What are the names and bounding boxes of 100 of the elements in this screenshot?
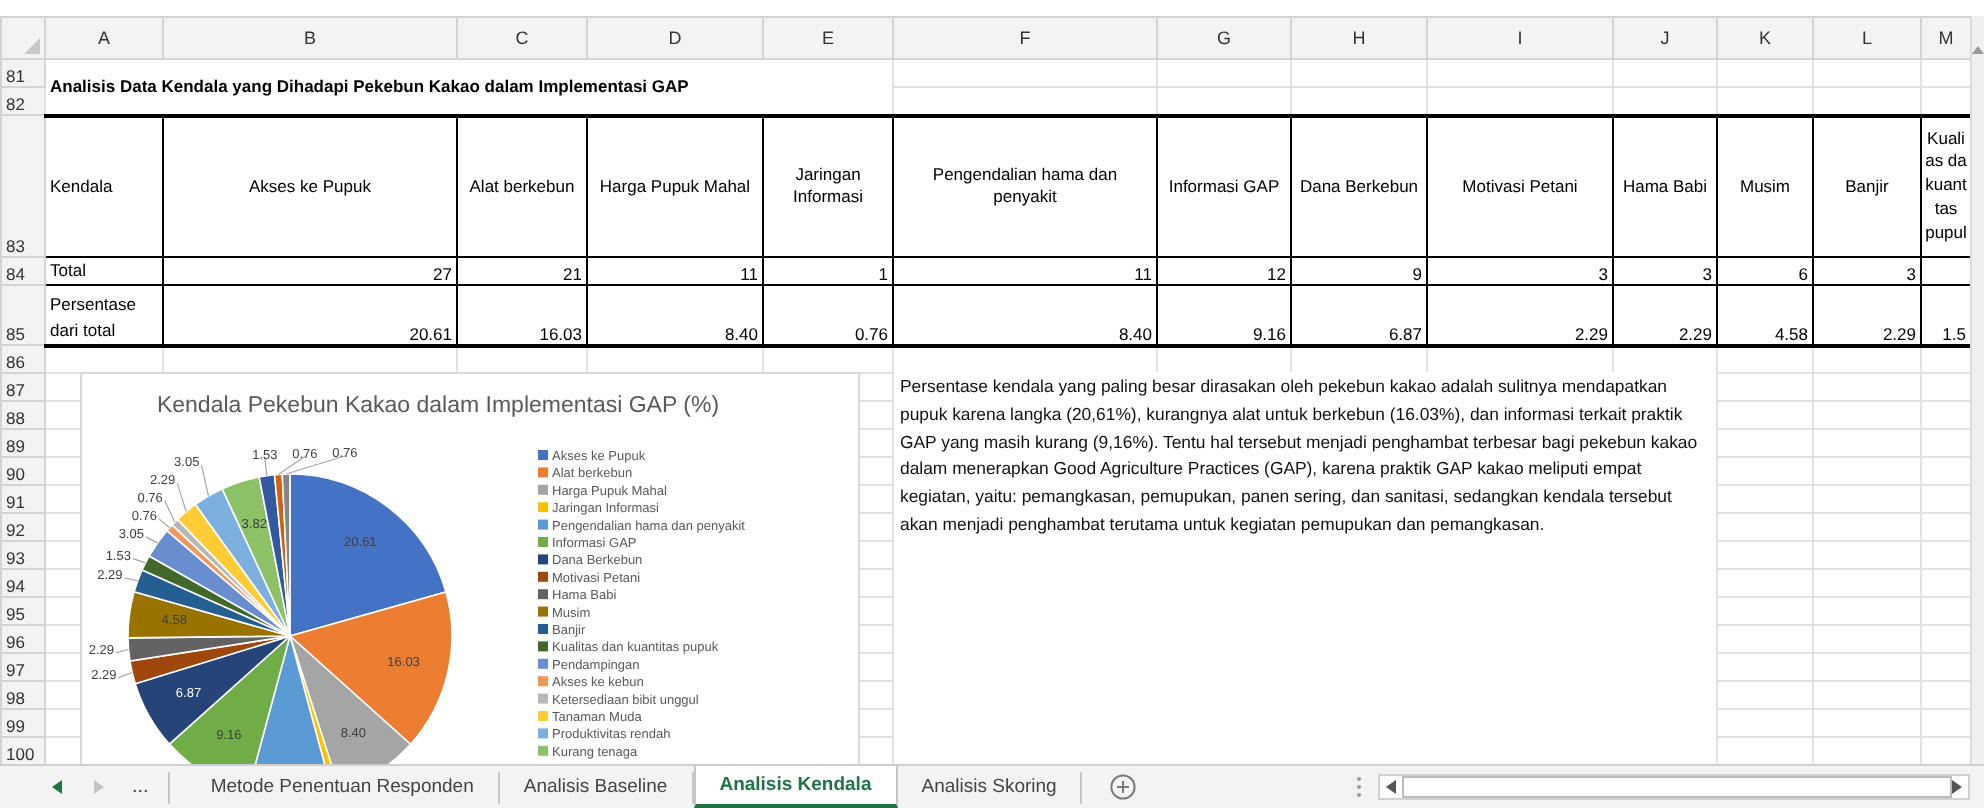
column-heading: Musim (1739, 175, 1791, 196)
row-number[interactable]: 100 (1, 737, 45, 764)
column-heading: Informasi GAP (1168, 175, 1280, 196)
column-heading: Banjir (1845, 175, 1889, 196)
column-header[interactable]: L (1813, 17, 1921, 59)
row-number[interactable]: 93 (1, 541, 45, 569)
row-number[interactable]: 96 (1, 625, 45, 653)
legend-swatch (538, 641, 548, 652)
legend-swatch (538, 554, 548, 565)
row-number[interactable]: 86 (1, 345, 45, 373)
leader-line (132, 557, 147, 564)
table-cell: 6 (1798, 264, 1808, 283)
column-heading: Dana Berkebun (1299, 175, 1419, 196)
table-cell: 1 (878, 264, 888, 283)
column-heading: Kendala (50, 175, 113, 196)
column-header[interactable]: H (1291, 17, 1427, 59)
sheet-tab[interactable]: Analisis Skoring (897, 771, 1083, 803)
legend-swatch (538, 624, 548, 634)
horizontal-scrollbar[interactable] (1378, 774, 1970, 800)
next-sheet-icon[interactable] (92, 780, 104, 794)
table-cell: 8.40 (1118, 323, 1152, 341)
sheet-tab[interactable]: Metode Penentuan Responden (186, 771, 500, 803)
table-cell: 16.03 (539, 323, 582, 341)
previous-sheet-icon[interactable] (52, 780, 64, 794)
scroll-up-icon[interactable] (1972, 44, 1984, 54)
legend-swatch (538, 728, 548, 739)
add-sheet-icon[interactable] (1110, 774, 1137, 800)
vertical-scrollbar[interactable] (1970, 16, 1984, 764)
legend-swatch (538, 589, 548, 600)
column-heading: Jaringan Informasi (793, 163, 863, 207)
column-header[interactable]: C (457, 17, 587, 59)
table-cell: 9 (1412, 264, 1422, 283)
row-number[interactable]: 84 (1, 257, 45, 285)
leader-line (200, 464, 210, 497)
table-cell: 2.29 (1882, 323, 1916, 341)
row-number[interactable]: 89 (1, 429, 45, 457)
row-number[interactable]: 94 (1, 569, 45, 597)
chart-area[interactable] (80, 372, 860, 764)
row-number[interactable]: 95 (1, 597, 45, 625)
column-header[interactable]: K (1717, 17, 1813, 59)
legend-swatch (538, 519, 548, 530)
row-number[interactable]: 90 (1, 457, 45, 485)
more-sheets-button[interactable]: ... (132, 771, 171, 803)
sheet-title: Analisis Data Kendala yang Dihadapi Pekebun Kakao dalam Implementasi GAP (50, 76, 689, 97)
table-cell: 12 (1267, 264, 1286, 283)
table-cell: 3 (1702, 264, 1712, 283)
column-header[interactable]: E (763, 17, 893, 59)
legend-swatch (538, 467, 548, 478)
table-cell: Total (50, 260, 86, 281)
legend-swatch (538, 537, 548, 547)
column-heading: Alat berkebun (469, 175, 575, 196)
row-number[interactable]: 88 (1, 401, 45, 429)
column-header[interactable]: A (45, 17, 163, 59)
legend-swatch (538, 502, 548, 513)
row-number[interactable]: 98 (1, 681, 45, 709)
column-header[interactable]: G (1157, 17, 1291, 59)
table-cell: Persentase dari total (50, 294, 136, 340)
column-header[interactable]: B (163, 17, 457, 59)
legend-swatch (538, 606, 548, 617)
table-cell: 11 (740, 264, 758, 283)
column-header[interactable]: J (1613, 17, 1717, 59)
row-number[interactable]: 99 (1, 709, 45, 737)
splitter-handle-icon[interactable] (1356, 776, 1363, 798)
column-heading: Hama Babi (1622, 175, 1708, 196)
table-cell: 2.29 (1678, 323, 1712, 341)
row-number[interactable]: 81 (1, 59, 45, 87)
column-heading: Harga Pupuk Mahal (599, 175, 751, 196)
table-cell: 21 (563, 264, 582, 283)
select-all-icon[interactable] (24, 38, 40, 54)
scroll-left-icon[interactable] (1386, 780, 1397, 794)
leader-line (115, 648, 130, 654)
legend-swatch (538, 693, 548, 704)
row-number[interactable]: 97 (1, 653, 45, 681)
table-cell: 8.40 (724, 323, 758, 341)
table-cell: 4.58 (1774, 323, 1808, 341)
row-number[interactable]: 87 (1, 373, 45, 401)
column-heading: Motivasi Petani (1462, 175, 1578, 196)
column-header[interactable]: F (893, 17, 1157, 59)
column-heading: Pengendalian hama dan penyakit (930, 163, 1120, 210)
legend-swatch (538, 676, 548, 687)
row-number[interactable]: 82 (1, 87, 45, 115)
table-cell: 2.29 (1574, 323, 1608, 341)
row-number[interactable]: 92 (1, 513, 45, 541)
leader-line (264, 457, 268, 477)
column-header[interactable]: M (1921, 17, 1970, 59)
column-heading: Akses ke Pupuk (249, 175, 371, 196)
row-number[interactable]: 85 (1, 285, 45, 345)
column-header[interactable]: I (1427, 17, 1613, 59)
leader-line (117, 671, 133, 679)
legend-swatch (538, 711, 548, 721)
legend-swatch (538, 745, 548, 756)
row-number[interactable]: 91 (1, 485, 45, 513)
leader-line (123, 577, 139, 582)
column-heading: Kuali as da kuant tas pupul (1925, 127, 1967, 243)
legend-swatch (538, 658, 548, 669)
table-cell: 20.61 (409, 323, 452, 341)
table-cell: 11 (1134, 264, 1152, 283)
column-header[interactable]: D (587, 17, 763, 59)
row-number[interactable]: 83 (1, 115, 45, 257)
sheet-tab[interactable]: Analisis Kendala (693, 766, 898, 808)
